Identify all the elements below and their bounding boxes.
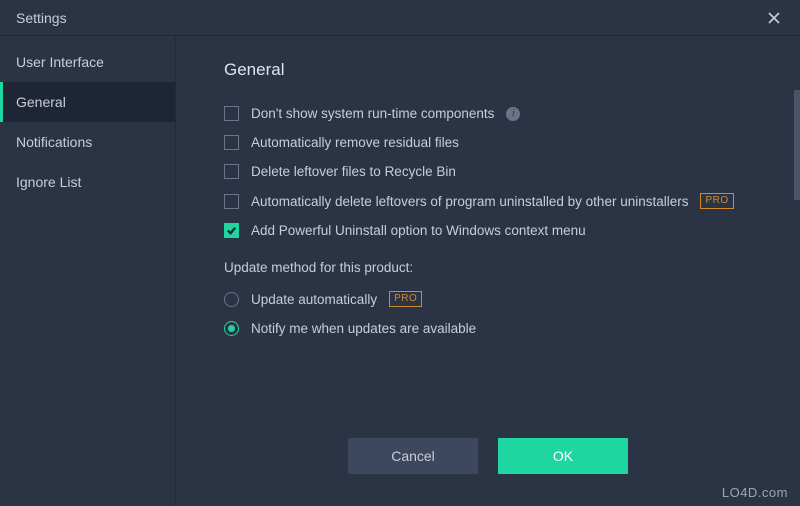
radio-notify-updates[interactable] <box>224 321 239 336</box>
sidebar-item-general[interactable]: General <box>0 82 175 122</box>
section-heading: General <box>224 60 760 80</box>
pro-badge: PRO <box>389 291 422 307</box>
checkbox-remove-residual[interactable] <box>224 135 239 150</box>
button-row: Cancel OK <box>176 438 800 474</box>
sidebar-item-label: Ignore List <box>16 174 81 190</box>
pro-badge: PRO <box>700 193 733 209</box>
cancel-button[interactable]: Cancel <box>348 438 478 474</box>
radio-label: Update automatically <box>251 292 377 307</box>
option-row: Automatically remove residual files <box>224 135 760 150</box>
sidebar-item-label: Notifications <box>16 134 92 150</box>
radio-row: Notify me when updates are available <box>224 321 760 336</box>
radio-update-auto[interactable] <box>224 292 239 307</box>
option-label: Delete leftover files to Recycle Bin <box>251 164 456 179</box>
sidebar-item-label: General <box>16 94 66 110</box>
update-method-heading: Update method for this product: <box>224 260 760 275</box>
check-icon <box>226 225 237 236</box>
option-label: Add Powerful Uninstall option to Windows… <box>251 223 586 238</box>
button-label: Cancel <box>391 448 435 464</box>
checkbox-runtime-components[interactable] <box>224 106 239 121</box>
window-title: Settings <box>16 10 67 26</box>
sidebar-item-ignore-list[interactable]: Ignore List <box>0 162 175 202</box>
main-panel: General Don't show system run-time compo… <box>176 36 800 506</box>
option-label: Automatically remove residual files <box>251 135 459 150</box>
option-row: Delete leftover files to Recycle Bin <box>224 164 760 179</box>
checkbox-recycle-bin[interactable] <box>224 164 239 179</box>
info-icon[interactable]: i <box>506 107 520 121</box>
titlebar: Settings <box>0 0 800 36</box>
close-icon <box>767 11 781 25</box>
sidebar-item-notifications[interactable]: Notifications <box>0 122 175 162</box>
sidebar-item-user-interface[interactable]: User Interface <box>0 42 175 82</box>
option-label: Don't show system run-time components <box>251 106 494 121</box>
close-button[interactable] <box>760 4 788 32</box>
button-label: OK <box>553 448 573 464</box>
checkbox-context-menu[interactable] <box>224 223 239 238</box>
option-label: Automatically delete leftovers of progra… <box>251 194 688 209</box>
option-row: Don't show system run-time components i <box>224 106 760 121</box>
radio-label: Notify me when updates are available <box>251 321 476 336</box>
scrollbar-thumb[interactable] <box>794 90 800 200</box>
sidebar: User Interface General Notifications Ign… <box>0 36 176 506</box>
radio-row: Update automatically PRO <box>224 291 760 307</box>
ok-button[interactable]: OK <box>498 438 628 474</box>
option-row: Automatically delete leftovers of progra… <box>224 193 760 209</box>
sidebar-item-label: User Interface <box>16 54 104 70</box>
option-row: Add Powerful Uninstall option to Windows… <box>224 223 760 238</box>
checkbox-auto-delete-leftovers[interactable] <box>224 194 239 209</box>
